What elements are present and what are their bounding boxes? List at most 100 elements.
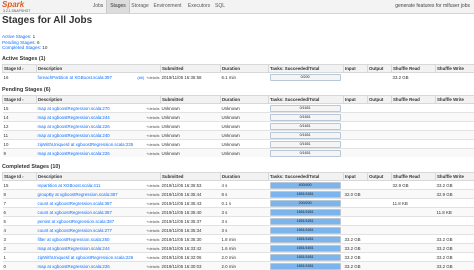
column-header[interactable]: Stage Id▾ [2, 172, 37, 181]
column-header[interactable]: Output [367, 172, 392, 181]
duration: 8 s [220, 189, 269, 199]
column-header[interactable]: Stage Id▾ [2, 95, 37, 104]
stage-description-link[interactable]: foreachPartition at XGBoost.scala:397 [38, 75, 112, 80]
column-header-label: Submitted [162, 97, 184, 102]
progress-label: 1651/1651 [296, 236, 314, 241]
stage-description-link[interactable]: map at xgboostRegression.scala:244 [38, 246, 110, 251]
details-toggle[interactable]: +details [146, 134, 159, 138]
details-toggle[interactable]: +details [146, 211, 159, 215]
column-header[interactable]: Description [36, 95, 161, 104]
details-toggle[interactable]: +details [146, 229, 159, 233]
details-toggle[interactable]: +details [146, 107, 159, 111]
summary-pending-link[interactable]: Pending Stages: [2, 40, 36, 45]
details-toggle[interactable]: +details [146, 256, 159, 260]
stage-description-link[interactable]: map at xgboostRegression.scala:240 [38, 133, 110, 138]
details-toggle[interactable]: +details [146, 247, 159, 251]
stage-description-link[interactable]: map at xgboostRegression.scala:244 [38, 115, 110, 120]
submitted-time: 2019/11/05 16:33:42 [160, 243, 221, 253]
summary-completed-link[interactable]: Completed Stages: [2, 45, 41, 50]
tab-storage[interactable]: Storage [129, 0, 151, 13]
details-toggle[interactable]: +details [146, 184, 159, 188]
tab-executors[interactable]: Executors [185, 0, 213, 13]
stage-description-link[interactable]: count at xgboostRegression.scala:387 [38, 201, 112, 206]
tab-sql[interactable]: SQL [213, 0, 227, 13]
details-toggle[interactable]: +details [146, 238, 159, 242]
tab-jobs[interactable]: Jobs [90, 0, 106, 13]
tab-environment[interactable]: Environment [151, 0, 184, 13]
stage-description-link[interactable]: zipWithUniqueId at xgboostRegression.sca… [38, 142, 134, 147]
table-row: 16 (kill) +details foreachPartition at XGBo… [2, 72, 474, 81]
column-header[interactable]: Shuffle Read [391, 95, 436, 104]
active-stages-heading[interactable]: Active Stages (1) [2, 56, 45, 62]
stage-description-link[interactable]: zipWithUniqueId at xgboostRegression.sca… [38, 255, 134, 260]
progress-label: 200/200 [298, 200, 312, 205]
column-header[interactable]: Stage Id▾ [2, 64, 37, 73]
stage-description-link[interactable]: map at xgboostRegression.scala:270 [38, 106, 110, 111]
details-toggle[interactable]: +details [146, 116, 159, 120]
column-header[interactable]: Output [367, 64, 392, 73]
stage-description-link[interactable]: groupBy at xgboostRegression.scala:387 [38, 192, 118, 197]
progress-bar: 1651/1651 [269, 244, 341, 252]
column-header[interactable]: Tasks: Succeeded/Total [268, 95, 344, 104]
column-header[interactable]: Duration [220, 95, 269, 104]
duration: 1.6 min [220, 243, 269, 253]
column-header[interactable]: Duration [220, 64, 269, 73]
tasks-progress: 0/200 [268, 72, 344, 81]
column-header[interactable]: Output [367, 95, 392, 104]
column-header[interactable]: Input [343, 172, 368, 181]
kill-stage-link[interactable]: (kill) [137, 76, 144, 80]
stage-description-link[interactable]: persist at xgboostRegression.scala:387 [38, 219, 115, 224]
submitted-time: Unknown [160, 139, 221, 149]
details-toggle[interactable]: +details [146, 265, 159, 269]
column-header[interactable]: Shuffle Read [391, 172, 436, 181]
tab-stages[interactable]: Stages [106, 0, 130, 13]
column-header[interactable]: Submitted [160, 64, 221, 73]
column-header[interactable]: Submitted [160, 95, 221, 104]
column-header[interactable]: Shuffle Write [435, 64, 474, 73]
stage-description-link[interactable]: repartition at XGBoost.scala:411 [38, 183, 101, 188]
output-size [367, 130, 392, 140]
details-toggle[interactable]: +details [146, 76, 159, 80]
details-toggle[interactable]: +details [146, 143, 159, 147]
stage-description-link[interactable]: count at xgboostRegression.scala:387 [38, 210, 112, 215]
details-toggle[interactable]: +details [146, 125, 159, 129]
stage-description-link[interactable]: map at xgboostRegression.scala:226 [38, 264, 110, 269]
stage-description-link[interactable]: count at xgboostRegression.scala:277 [38, 228, 112, 233]
details-toggle[interactable]: +details [146, 202, 159, 206]
summary-active-link[interactable]: Active Stages: [2, 34, 31, 39]
column-header[interactable]: Duration [220, 172, 269, 181]
stage-description-link[interactable]: map at xgboostRegression.scala:226 [38, 124, 110, 129]
stage-description-link[interactable]: filter at xgboostRegression.scala:250 [38, 237, 110, 242]
table-row: 15 +details repartition at XGBoost.scala:4… [2, 180, 474, 190]
column-header[interactable]: Shuffle Write [435, 95, 474, 104]
stage-description: +details zipWithUniqueId at xgboostRegres… [36, 139, 161, 149]
column-header[interactable]: Shuffle Read [391, 64, 436, 73]
input-size: 33.2 GB [343, 261, 368, 270]
stage-actions: +details [146, 106, 159, 111]
tasks-progress: 200/200 [268, 198, 344, 208]
details-toggle[interactable]: +details [146, 152, 159, 156]
column-header[interactable]: Tasks: Succeeded/Total [268, 64, 344, 73]
stage-id: 10 [2, 139, 37, 149]
details-toggle[interactable]: +details [146, 193, 159, 197]
column-header[interactable]: Tasks: Succeeded/Total [268, 172, 344, 181]
header-row: Stage Id▾ Description Submitted Duration Tas… [2, 172, 474, 181]
column-header[interactable]: Description [36, 64, 161, 73]
column-header-label: Output [369, 97, 384, 102]
details-toggle[interactable]: +details [146, 220, 159, 224]
duration: Unknown [220, 130, 269, 140]
pending-stages-heading[interactable]: Pending Stages (6) [2, 87, 51, 93]
duration: 3 s [220, 216, 269, 226]
stage-description-link[interactable]: map at xgboostRegression.scala:226 [38, 151, 110, 156]
submitted-time: 2019/11/05 16:35:37 [160, 216, 221, 226]
shuffle-write: 33.2 GB [435, 252, 474, 262]
table-row: 8 +details groupBy at xgboostRegression.sc… [2, 189, 474, 199]
column-header[interactable]: Description [36, 172, 161, 181]
column-header[interactable]: Shuffle Write [435, 172, 474, 181]
column-header[interactable]: Submitted [160, 172, 221, 181]
stage-actions: +details [146, 210, 159, 215]
shuffle-write [435, 72, 474, 81]
column-header[interactable]: Input [343, 95, 368, 104]
completed-stages-heading[interactable]: Completed Stages (10) [2, 164, 60, 170]
column-header[interactable]: Input [343, 64, 368, 73]
